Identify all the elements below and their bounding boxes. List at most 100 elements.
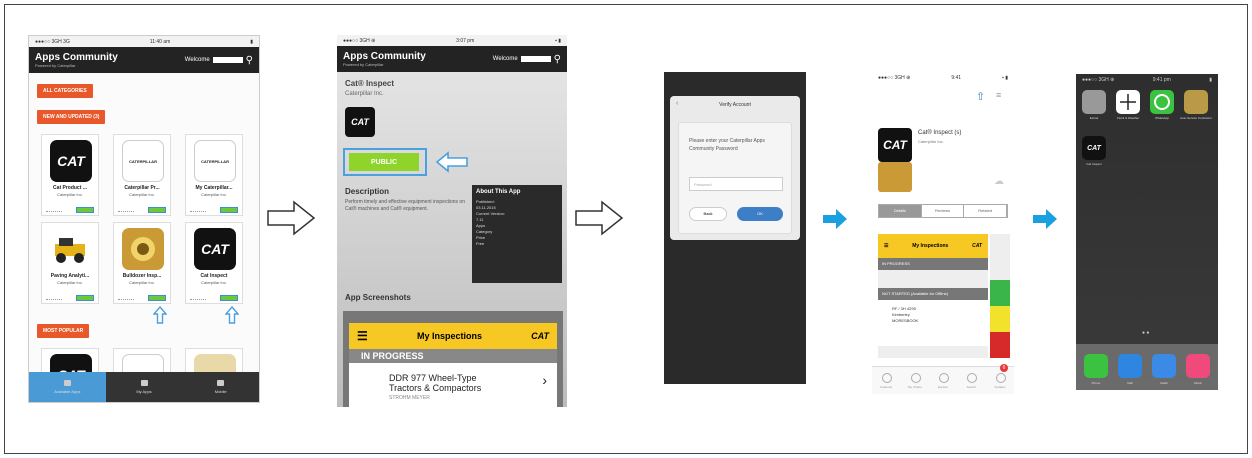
safari-icon[interactable] — [1152, 354, 1176, 378]
music-icon[interactable] — [1186, 354, 1210, 378]
app-tile[interactable]: CATERPILLAR Caterpillar Pr... Caterpilla… — [113, 134, 171, 216]
tab-top-charts[interactable]: Top Charts — [900, 367, 928, 394]
bar-title: My Inspections — [416, 331, 482, 341]
status-bar: ●●●○○ 3GH ⊕ 3:07 pm ▪ ▮ — [337, 35, 567, 46]
tab-label: My Apps — [136, 389, 152, 394]
battery-icon: ▪ ▮ — [1002, 74, 1008, 81]
app-label: Clock & Weather — [1116, 116, 1140, 120]
extras-folder-icon[interactable] — [1082, 90, 1106, 114]
screenshots-heading: App Screenshots — [345, 293, 411, 302]
phone-icon[interactable] — [1084, 354, 1108, 378]
rating-dots — [46, 207, 62, 212]
inspections-bar: ☰ My Inspections CAT — [878, 234, 988, 258]
share-icon[interactable]: ⇧ — [976, 90, 985, 103]
segment-reviews[interactable]: Reviews — [922, 205, 965, 217]
about-line: Free — [476, 241, 485, 246]
app-name: Bulldozer Insp... — [122, 273, 162, 279]
download-icon — [140, 380, 148, 386]
phone-apps-community-list: ●●●○○ 3GH 3G 11:40 am ▮ Apps Community P… — [28, 35, 260, 403]
inspections-bar: ☰ My Inspections CAT — [349, 323, 557, 349]
most-popular-button[interactable]: MOST POPULAR — [37, 324, 90, 338]
app-title: Cat® Inspect (s) — [918, 130, 962, 136]
row-detail: STROHM MEYER — [389, 395, 430, 401]
app-name: Cat Product ... — [53, 185, 87, 191]
right-arrow-icon — [823, 209, 847, 229]
app-tile[interactable]: Bulldozer Insp... Caterpillar Inc. — [113, 222, 171, 304]
ok-button[interactable]: OK — [737, 207, 783, 221]
rating-dots — [46, 295, 62, 300]
app-label: Safari — [1160, 381, 1168, 385]
cloud-download-icon[interactable]: ☁ — [994, 176, 1004, 187]
verify-account-dialog: ‹ Verify Account Please enter your Cater… — [670, 96, 800, 240]
page-dots: ● ● — [1142, 330, 1150, 336]
app-name: Cat Inspect — [200, 273, 228, 279]
cat-inspect-icon: CAT — [878, 128, 912, 162]
app-tile[interactable]: Paving Analyti... Caterpillar Inc. — [41, 222, 99, 304]
get-button[interactable] — [148, 207, 166, 213]
menu-icon: ☰ — [884, 243, 889, 249]
app-name: My Caterpillar... — [195, 185, 233, 191]
search-icon[interactable]: ⚲ — [554, 54, 561, 65]
cat-inspect-icon[interactable]: CAT — [1082, 136, 1106, 160]
about-this-app-panel: About This App Published: 03.11.2015 Cur… — [472, 185, 562, 283]
tab-explore[interactable]: Explore — [929, 367, 957, 394]
bulldozer-icon — [122, 228, 164, 270]
whatsapp-icon[interactable] — [1150, 90, 1174, 114]
app-company: Caterpillar Inc. — [57, 280, 83, 285]
up-arrow-icon — [225, 306, 239, 324]
search-icon[interactable]: ⚲ — [246, 55, 253, 66]
mail-icon[interactable] — [1118, 354, 1142, 378]
app-header: Apps Community Powered by Caterpillar We… — [29, 47, 259, 73]
get-button[interactable] — [76, 295, 94, 301]
phone-home-screen: ●●●○○ 3GH ⊕ 9:41 pm ▮ Extras Clock & Wea… — [1076, 74, 1218, 390]
public-button[interactable]: PUBLIC — [349, 153, 419, 171]
tab-mobile[interactable]: Mobile — [182, 372, 259, 402]
username-box — [520, 56, 551, 62]
caterpillar-icon: CATERPILLAR — [194, 140, 236, 182]
status-carrier: ●●●○○ 3GH ⊕ — [343, 37, 376, 44]
app-name: Cat® Inspect — [345, 79, 395, 88]
updates-badge: 6 — [1000, 364, 1008, 372]
service-app-icon[interactable] — [1184, 90, 1208, 114]
app-company: Caterpillar Inc. — [129, 192, 155, 197]
tab-available-apps[interactable]: Available Apps — [29, 372, 106, 402]
apps-icon — [63, 380, 71, 386]
all-categories-button[interactable]: ALL CATEGORIES — [37, 84, 93, 98]
status-carrier: ●●●○○ 3GH ⊕ — [878, 74, 911, 81]
menu-icon: ☰ — [357, 329, 368, 343]
app-tile[interactable]: CATERPILLAR My Caterpillar... Caterpilla… — [185, 134, 243, 216]
status-bar: ●●●○○ 3GH ⊕ 9:41 pm ▮ — [1076, 74, 1218, 85]
tab-updates[interactable]: Updates — [986, 367, 1014, 394]
app-label: Auto Service Contractor — [1180, 116, 1212, 120]
tab-featured[interactable]: Featured — [872, 367, 900, 394]
clock-icon[interactable] — [1116, 90, 1140, 114]
back-button[interactable]: Back — [689, 207, 727, 221]
get-button[interactable] — [76, 207, 94, 213]
segment-details[interactable]: Details — [879, 205, 922, 217]
phone-app-store-page: ●●●○○ 3GH ⊕ 9:41 ▪ ▮ ⇧ ≡ CAT Cat® Inspec… — [872, 72, 1014, 394]
app-label: Extras — [1089, 116, 1099, 120]
status-carrier: ●●●○○ 3GH ⊕ — [1082, 76, 1115, 83]
dialog-message: Please enter your Caterpillar Apps Commu… — [689, 138, 765, 152]
app-tile[interactable]: CAT Cat Inspect Caterpillar Inc. — [185, 222, 243, 304]
get-button[interactable] — [220, 295, 238, 301]
paver-icon — [50, 228, 92, 270]
app-company: Caterpillar Inc. — [201, 280, 227, 285]
app-name: Caterpillar Pr... — [124, 185, 160, 191]
app-label: Mail — [1127, 381, 1133, 385]
list-icon[interactable]: ≡ — [996, 90, 1001, 100]
password-field[interactable]: Password — [689, 177, 783, 191]
status-time: 11:40 am — [149, 38, 171, 45]
get-button[interactable] — [148, 295, 166, 301]
tab-search[interactable]: Search — [957, 367, 985, 394]
status-carrier: ●●●○○ 3GH 3G — [35, 38, 70, 45]
segment-related[interactable]: Related — [964, 205, 1008, 217]
tab-my-apps[interactable]: My Apps — [106, 372, 183, 402]
app-tile[interactable]: CAT Cat Product ... Caterpillar Inc. — [41, 134, 99, 216]
status-time: 9:41 pm — [1152, 76, 1171, 83]
description-heading: Description — [345, 187, 390, 196]
app-company: Caterpillar Inc. — [57, 192, 83, 197]
new-and-updated-button[interactable]: NEW AND UPDATED (3) — [37, 110, 106, 124]
get-button[interactable] — [220, 207, 238, 213]
welcome-label: Welcome — [184, 57, 210, 63]
